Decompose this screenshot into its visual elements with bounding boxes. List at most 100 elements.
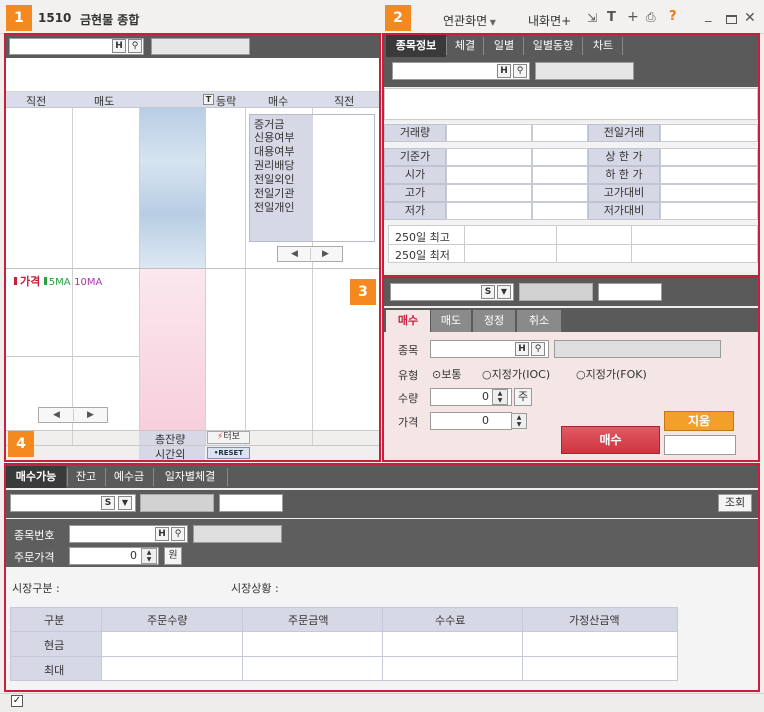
panel3-h-button[interactable]: H (515, 342, 529, 356)
panel3-password[interactable] (598, 283, 662, 301)
radio-icon: ○ (482, 368, 492, 381)
panel1-name-combo[interactable] (151, 38, 250, 55)
panel3-extra-field[interactable] (664, 435, 736, 455)
tab-modify[interactable]: 정정 (473, 310, 515, 332)
arrow-right-icon[interactable]: ▶ (322, 247, 329, 261)
order-price-stepper[interactable]: ▲ ▼ (141, 548, 157, 564)
radio-fok[interactable]: ○지정가(FOK) (576, 366, 647, 382)
related-screen-menu[interactable]: 연관화면 ▼ (443, 12, 496, 29)
won-button[interactable]: 원 (164, 547, 182, 565)
search-icon[interactable]: ⚲ (171, 527, 185, 541)
qty-stepper[interactable]: ▲ ▼ (492, 389, 508, 405)
tab-buy[interactable]: 매수 (386, 310, 430, 332)
badge-2: 2 (385, 5, 411, 31)
price-stepper[interactable]: ▲ ▼ (511, 413, 527, 429)
chevron-down-icon[interactable]: ▼ (497, 285, 511, 299)
panel4-name-field (193, 525, 282, 543)
arrow-right-icon[interactable]: ▶ (87, 408, 94, 422)
radio-ioc[interactable]: ○지정가(IOC) (482, 366, 550, 382)
header-change: 등락 (216, 95, 237, 108)
low-250-label: 250일 최저 (395, 249, 450, 262)
header-ask: 매도 (94, 95, 115, 108)
tab-cancel[interactable]: 취소 (517, 310, 561, 332)
plus-icon[interactable]: + (627, 9, 639, 25)
total-qty-label: 총잔량 (155, 433, 186, 446)
bid-price-column (139, 268, 205, 430)
panel2-h-button[interactable]: H (497, 64, 511, 78)
info-label: 거래량 (384, 124, 446, 142)
arrow-left-icon[interactable]: ◀ (53, 408, 60, 422)
screen-title: 금현물 종합 (80, 13, 140, 27)
radio-normal[interactable]: ⊙보통 (432, 366, 461, 382)
panel4-account-name (140, 494, 214, 512)
tab-stock-info[interactable]: 종목정보 (386, 35, 446, 57)
panel4-password[interactable] (219, 494, 283, 512)
panel4-s-button[interactable]: S (101, 496, 115, 510)
market-type-label: 시장구분 : (12, 582, 60, 595)
search-icon[interactable]: ⚲ (531, 342, 545, 356)
search-icon[interactable]: ⚲ (513, 64, 527, 78)
arrow-left-icon[interactable]: ◀ (291, 247, 298, 261)
info-label: 하 한 가 (588, 166, 660, 184)
screen-number: 1510 (38, 11, 72, 25)
text-icon[interactable]: T (607, 10, 616, 25)
help-icon[interactable]: ? (669, 9, 677, 24)
tab-deposit[interactable]: 예수금 (106, 466, 152, 488)
header-prev-left: 직전 (26, 95, 47, 108)
panel1-h-button[interactable]: H (112, 39, 126, 53)
panel2-name-combo[interactable] (535, 62, 634, 80)
reset-button[interactable]: •RESET (207, 447, 250, 459)
panel3-account-name (519, 283, 593, 301)
link-icon[interactable]: ⇲ (587, 11, 597, 25)
panel2-info-area (384, 88, 758, 120)
order-name-field (554, 340, 721, 358)
minimize-icon[interactable]: _ (705, 8, 712, 23)
tab-chart[interactable]: 차트 (584, 35, 622, 57)
chart-scroll[interactable]: ◀ ▶ (38, 407, 108, 423)
market-status-label: 시장상황 : (231, 582, 279, 595)
badge-1: 1 (6, 5, 32, 31)
clear-button[interactable]: 지움 (664, 411, 734, 431)
price-label: 가격 (398, 416, 419, 429)
after-hours-label: 시간외 (155, 448, 186, 461)
investor-item: 전일개인 (254, 201, 295, 214)
col-header: 가정산금액 (569, 614, 620, 627)
row-header: 최대 (44, 664, 65, 677)
info-label: 저가 (384, 202, 446, 220)
tab-balance[interactable]: 잔고 (68, 466, 104, 488)
t-button[interactable]: T (203, 94, 214, 105)
qty-label: 수량 (398, 392, 419, 405)
chevron-down-icon[interactable]: ▼ (118, 496, 132, 510)
buy-button[interactable]: 매수 (561, 426, 660, 454)
tab-daily[interactable]: 일별 (485, 35, 523, 57)
radio-icon: ○ (576, 368, 586, 381)
info-label: 상 한 가 (588, 148, 660, 166)
panel4-h-button[interactable]: H (155, 527, 169, 541)
type-label: 유형 (398, 369, 419, 382)
maximize-icon[interactable] (726, 15, 737, 24)
close-icon[interactable]: ✕ (744, 10, 756, 26)
qty-unit-button[interactable]: 주 (514, 388, 532, 406)
row-header: 현금 (44, 639, 65, 652)
panel3-account-input[interactable] (390, 283, 514, 301)
tab-daily-executions[interactable]: 일자별체결 (154, 466, 226, 488)
item-no-label: 종목번호 (14, 529, 55, 542)
my-screen-menu[interactable]: 내화면+ (528, 12, 571, 29)
turbo-button[interactable]: ⚡터보 (207, 431, 250, 444)
investor-scroll[interactable]: ◀ ▶ (277, 246, 343, 262)
tab-daily-trend[interactable]: 일별동향 (525, 35, 581, 57)
checkbox[interactable]: ✓ (11, 695, 23, 707)
search-icon[interactable]: ⚲ (128, 39, 142, 53)
panel3-s-button[interactable]: S (481, 285, 495, 299)
tab-sell[interactable]: 매도 (431, 310, 471, 332)
tab-trades[interactable]: 체결 (448, 35, 482, 57)
col-header: 수수료 (435, 614, 466, 627)
col-header: 구분 (44, 614, 65, 627)
radio-checked-icon: ⊙ (432, 368, 442, 381)
print-icon[interactable]: ⎙ (646, 10, 656, 25)
col-header: 주문수량 (147, 614, 188, 627)
price-input[interactable]: 0 (430, 412, 512, 430)
high-250-label: 250일 최고 (395, 231, 450, 244)
tab-buyable[interactable]: 매수가능 (6, 466, 66, 488)
lookup-button[interactable]: 조회 (718, 494, 752, 512)
